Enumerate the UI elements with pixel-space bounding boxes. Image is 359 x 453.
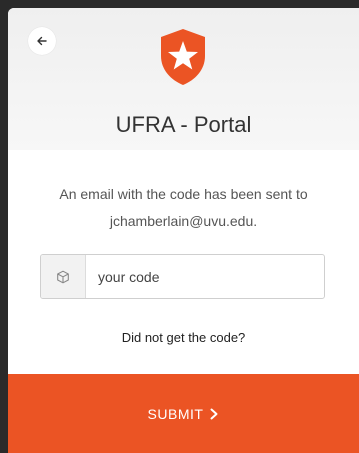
back-button[interactable] (28, 27, 56, 55)
submit-button[interactable]: SUBMIT (8, 374, 359, 453)
arrow-left-icon (36, 35, 48, 47)
login-widget: UFRA - Portal An email with the code has… (8, 8, 359, 453)
widget-header: UFRA - Portal (8, 8, 359, 150)
page-title: UFRA - Portal (115, 112, 252, 137)
resend-code-link[interactable]: Did not get the code? (8, 330, 359, 345)
code-sent-message: An email with the code has been sent to … (59, 186, 308, 229)
cube-icon (56, 270, 70, 284)
code-field[interactable] (40, 254, 325, 299)
code-input[interactable] (86, 255, 324, 298)
shield-star-logo (158, 28, 208, 86)
code-icon-box (41, 255, 86, 298)
chevron-right-icon (209, 408, 219, 420)
submit-label: SUBMIT (147, 405, 204, 422)
